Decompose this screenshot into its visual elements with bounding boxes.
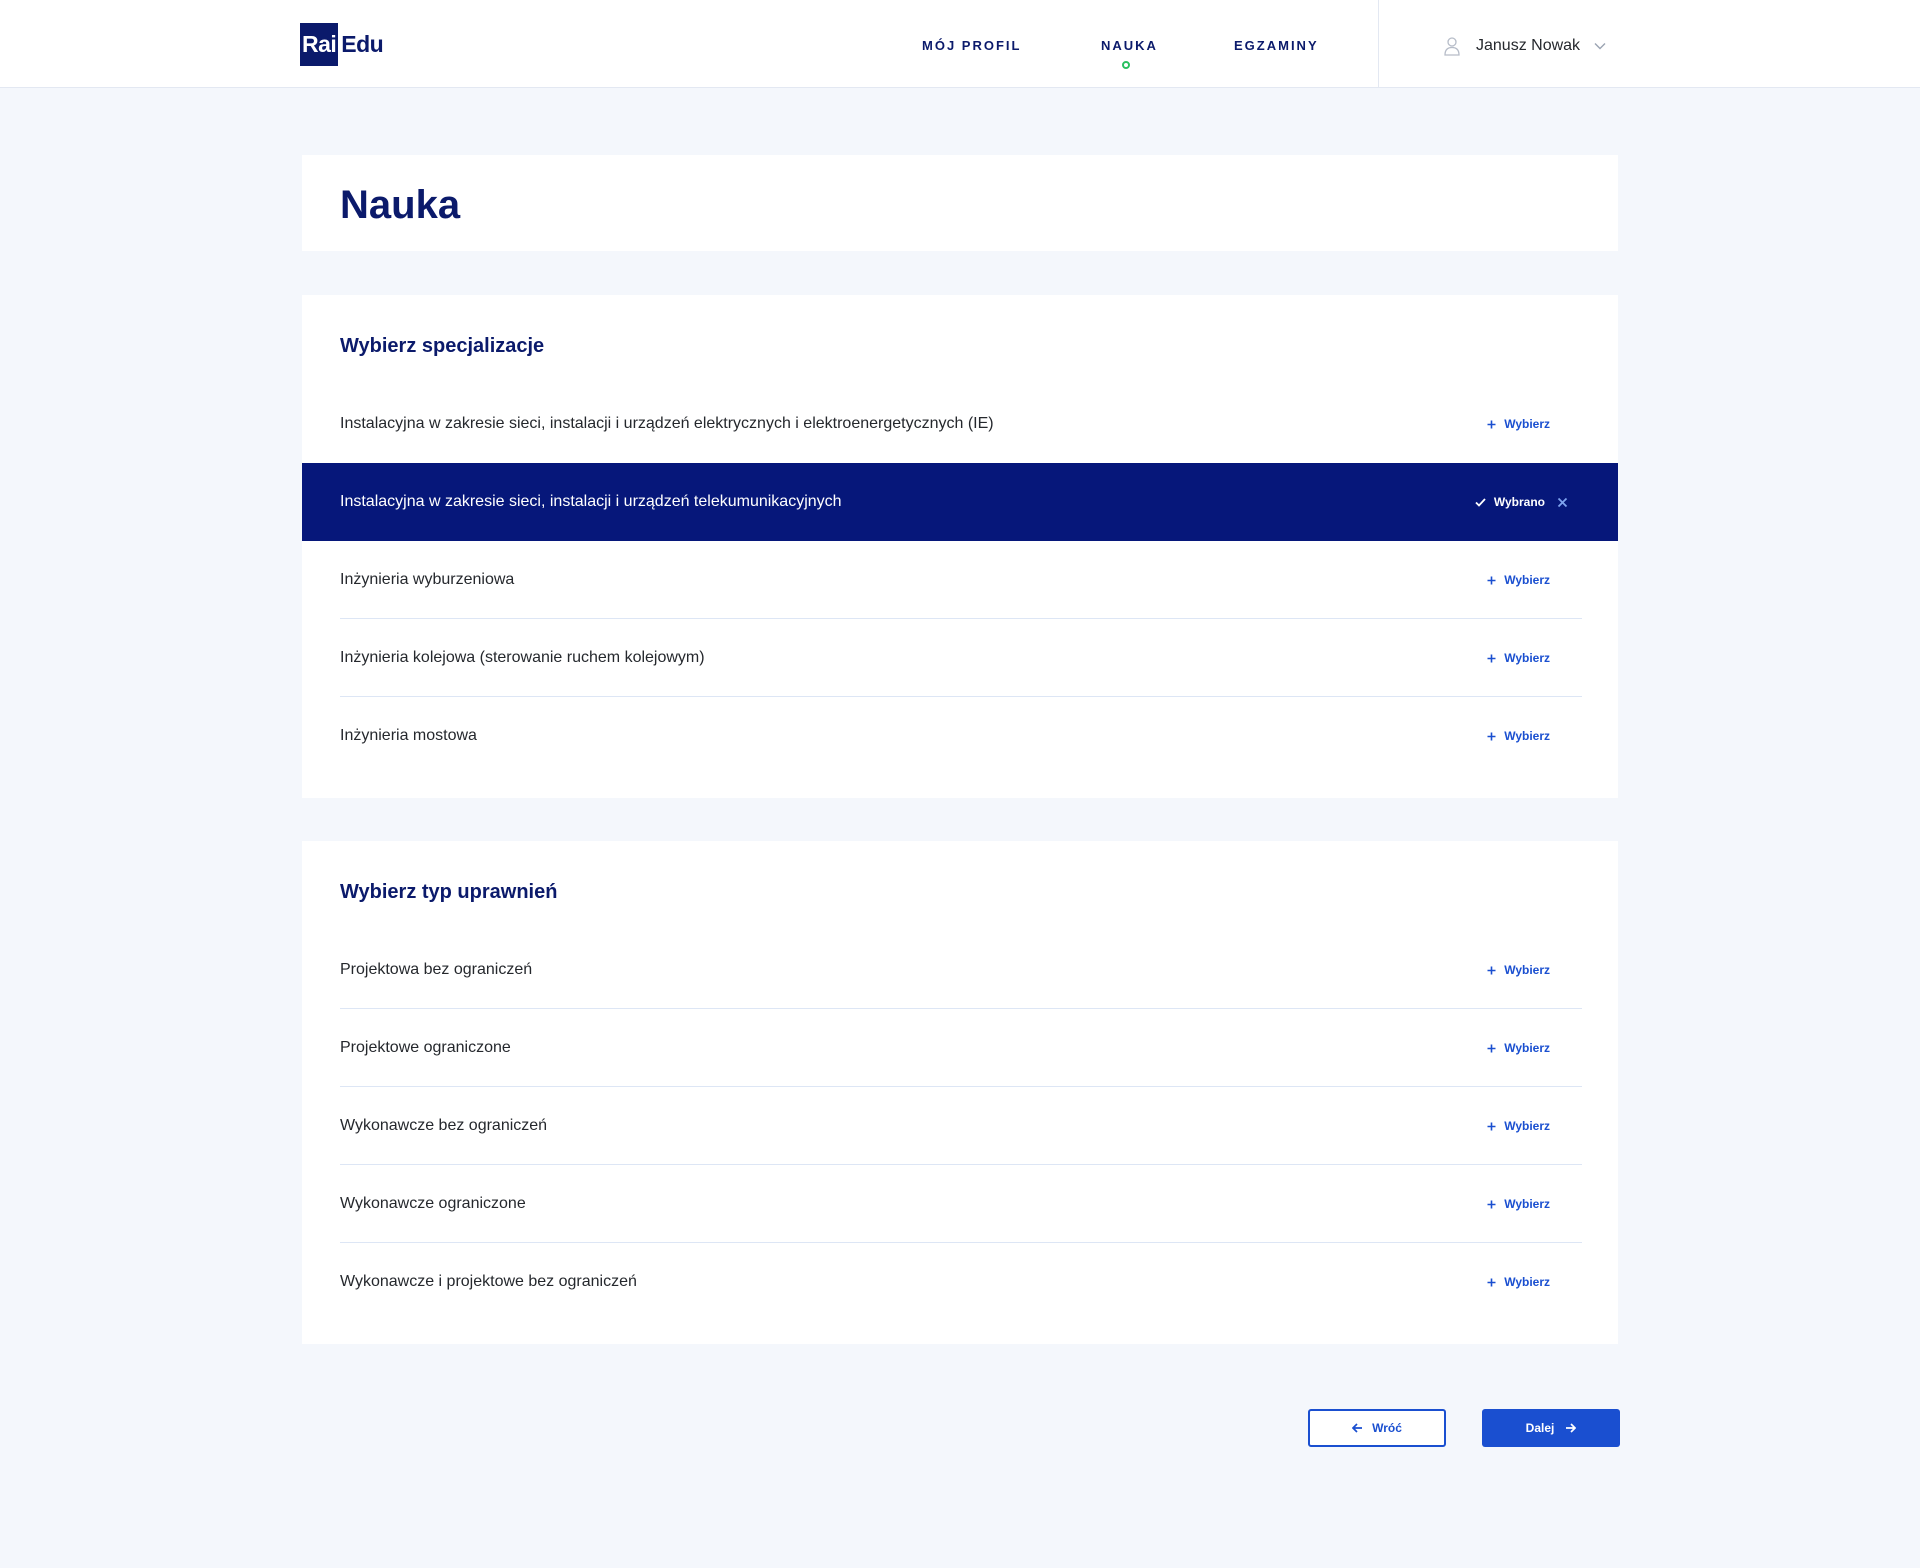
nav-item-my-profile[interactable]: MÓJ PROFIL (922, 38, 1021, 53)
select-button[interactable]: Wybierz (1487, 1275, 1550, 1289)
permission-label: Wykonawcze ograniczone (340, 1195, 526, 1212)
select-button[interactable]: Wybierz (1487, 651, 1550, 665)
plus-icon (1487, 1200, 1496, 1208)
nav-item-egzaminy[interactable]: EGZAMINY (1234, 38, 1319, 53)
chevron-down-icon (1594, 43, 1606, 50)
next-button[interactable]: Dalej (1482, 1409, 1620, 1447)
permission-row[interactable]: Projektowe ograniczone Wybierz (302, 1009, 1618, 1087)
selected-label: Wybrano (1493, 495, 1545, 509)
select-button[interactable]: Wybierz (1487, 573, 1550, 587)
plus-icon (1487, 1044, 1496, 1052)
plus-icon (1487, 732, 1496, 740)
permissions-card: Wybierz typ uprawnień Projektowa bez ogr… (302, 841, 1618, 1344)
specialization-row[interactable]: Inżynieria kolejowa (sterowanie ruchem k… (302, 619, 1618, 697)
top-header: Rai Edu MÓJ PROFIL NAUKA EGZAMINY Janusz… (0, 0, 1920, 88)
select-button[interactable]: Wybierz (1487, 417, 1550, 431)
logo-text: Edu (341, 31, 384, 57)
select-label: Wybierz (1504, 1197, 1550, 1211)
active-nav-indicator (1122, 61, 1130, 69)
specializations-card: Wybierz specjalizacje Instalacyjna w zak… (302, 295, 1618, 798)
check-icon (1475, 497, 1486, 507)
nav-item-nauka[interactable]: NAUKA (1101, 38, 1158, 53)
user-name: Janusz Nowak (1476, 37, 1581, 54)
back-button-label: Wróć (1372, 1421, 1402, 1435)
select-button[interactable]: Wybierz (1487, 963, 1550, 977)
plus-icon (1487, 966, 1496, 974)
next-button-label: Dalej (1525, 1421, 1555, 1435)
select-label: Wybierz (1504, 651, 1550, 665)
select-button[interactable]: Wybierz (1487, 1197, 1550, 1211)
specializations-title: Wybierz specjalizacje (340, 335, 545, 357)
specialization-row[interactable]: Instalacyjna w zakresie sieci, instalacj… (302, 385, 1618, 463)
selected-indicator: Wybrano (1475, 495, 1576, 509)
arrow-left-icon (1352, 1423, 1363, 1433)
select-label: Wybierz (1504, 1275, 1550, 1289)
plus-icon (1487, 420, 1496, 428)
specialization-label: Inżynieria wyburzeniowa (340, 571, 515, 588)
close-icon[interactable] (1557, 497, 1568, 508)
permission-row[interactable]: Wykonawcze ograniczone Wybierz (302, 1165, 1618, 1243)
select-button[interactable]: Wybierz (1487, 1041, 1550, 1055)
logo-box: Rai (300, 23, 339, 66)
user-icon (1444, 37, 1460, 56)
permission-label: Wykonawcze i projektowe bez ograniczeń (340, 1273, 637, 1290)
user-menu[interactable]: Janusz Nowak (1442, 36, 1606, 56)
specialization-row[interactable]: Inżynieria wyburzeniowa Wybierz (302, 541, 1618, 619)
permissions-title: Wybierz typ uprawnień (340, 881, 558, 903)
select-label: Wybierz (1504, 417, 1550, 431)
page-title: Nauka (340, 183, 461, 227)
select-label: Wybierz (1504, 573, 1550, 587)
permission-row[interactable]: Wykonawcze bez ograniczeń Wybierz (302, 1087, 1618, 1165)
select-label: Wybierz (1504, 1041, 1550, 1055)
plus-icon (1487, 1278, 1496, 1286)
plus-icon (1487, 576, 1496, 584)
select-label: Wybierz (1504, 1119, 1550, 1133)
specialization-row[interactable]: Inżynieria mostowa Wybierz (302, 697, 1618, 775)
specialization-label: Inżynieria mostowa (340, 727, 477, 744)
specialization-row-selected[interactable]: Instalacyjna w zakresie sieci, instalacj… (302, 463, 1618, 541)
raiedu-logo[interactable]: Rai Edu (300, 23, 384, 66)
select-button[interactable]: Wybierz (1487, 1119, 1550, 1133)
select-label: Wybierz (1504, 963, 1550, 977)
permission-label: Wykonawcze bez ograniczeń (340, 1117, 548, 1134)
specialization-label: Instalacyjna w zakresie sieci, instalacj… (340, 493, 842, 510)
permission-label: Projektowe ograniczone (340, 1039, 511, 1056)
arrow-right-icon (1566, 1423, 1577, 1433)
specialization-label: Instalacyjna w zakresie sieci, instalacj… (340, 415, 994, 432)
plus-icon (1487, 654, 1496, 662)
permission-label: Projektowa bez ograniczeń (340, 961, 533, 978)
permission-row[interactable]: Projektowa bez ograniczeń Wybierz (302, 931, 1618, 1009)
permission-row[interactable]: Wykonawcze i projektowe bez ograniczeń W… (302, 1243, 1618, 1321)
select-label: Wybierz (1504, 729, 1550, 743)
page-title-card: Nauka (302, 155, 1618, 251)
specialization-label: Inżynieria kolejowa (sterowanie ruchem k… (340, 649, 705, 666)
back-button[interactable]: Wróć (1308, 1409, 1446, 1447)
plus-icon (1487, 1122, 1496, 1130)
select-button[interactable]: Wybierz (1487, 729, 1550, 743)
header-divider (1378, 0, 1379, 88)
